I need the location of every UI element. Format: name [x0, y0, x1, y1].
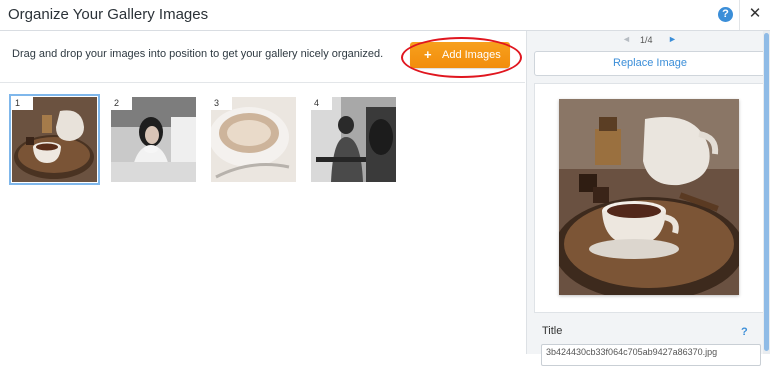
image-details-panel: ◄ 1/4 ► Replace Image Title ? 3b424430cb… [526, 31, 766, 366]
image-pager: ◄ 1/4 ► [527, 34, 764, 48]
title-label: Title [542, 325, 563, 337]
organize-gallery-dialog: Organize Your Gallery Images ? ✕ Drag an… [0, 0, 770, 366]
gallery-toolbar: Drag and drop your images into position … [0, 31, 525, 83]
gallery-thumbnail[interactable]: 1 [9, 94, 100, 185]
dialog-header: Organize Your Gallery Images ? ✕ [0, 0, 770, 31]
next-arrow-icon[interactable]: ► [668, 34, 677, 44]
gallery-organizer-panel: Drag and drop your images into position … [0, 31, 525, 354]
scrollbar[interactable] [763, 31, 770, 354]
selected-image-preview [559, 99, 739, 295]
page-indicator: 1/4 [640, 35, 653, 45]
thumbnail-number: 1 [12, 97, 33, 110]
thumbnail-number: 2 [111, 97, 132, 110]
gallery-thumbnail[interactable]: 2 [111, 97, 196, 182]
header-divider [739, 0, 740, 30]
title-input[interactable]: 3b424430cb33f064c705ab9427a86370.jpg [541, 344, 761, 366]
instructions-text: Drag and drop your images into position … [12, 48, 384, 60]
gallery-thumbnail[interactable]: 3 [211, 97, 296, 182]
title-help-icon[interactable]: ? [741, 326, 748, 338]
close-icon[interactable]: ✕ [745, 4, 765, 24]
scrollbar-thumb[interactable] [764, 33, 769, 351]
thumbnail-number: 4 [311, 97, 332, 110]
thumbnail-grid: 1 2 3 4 [0, 94, 525, 195]
thumbnail-number: 3 [211, 97, 232, 110]
highlight-circle [401, 37, 522, 78]
image-preview-box [534, 83, 766, 313]
replace-image-button[interactable]: Replace Image [534, 51, 766, 76]
previous-arrow-icon[interactable]: ◄ [622, 34, 631, 44]
help-icon[interactable]: ? [718, 7, 733, 22]
dialog-title: Organize Your Gallery Images [8, 6, 209, 23]
gallery-thumbnail[interactable]: 4 [311, 97, 396, 182]
